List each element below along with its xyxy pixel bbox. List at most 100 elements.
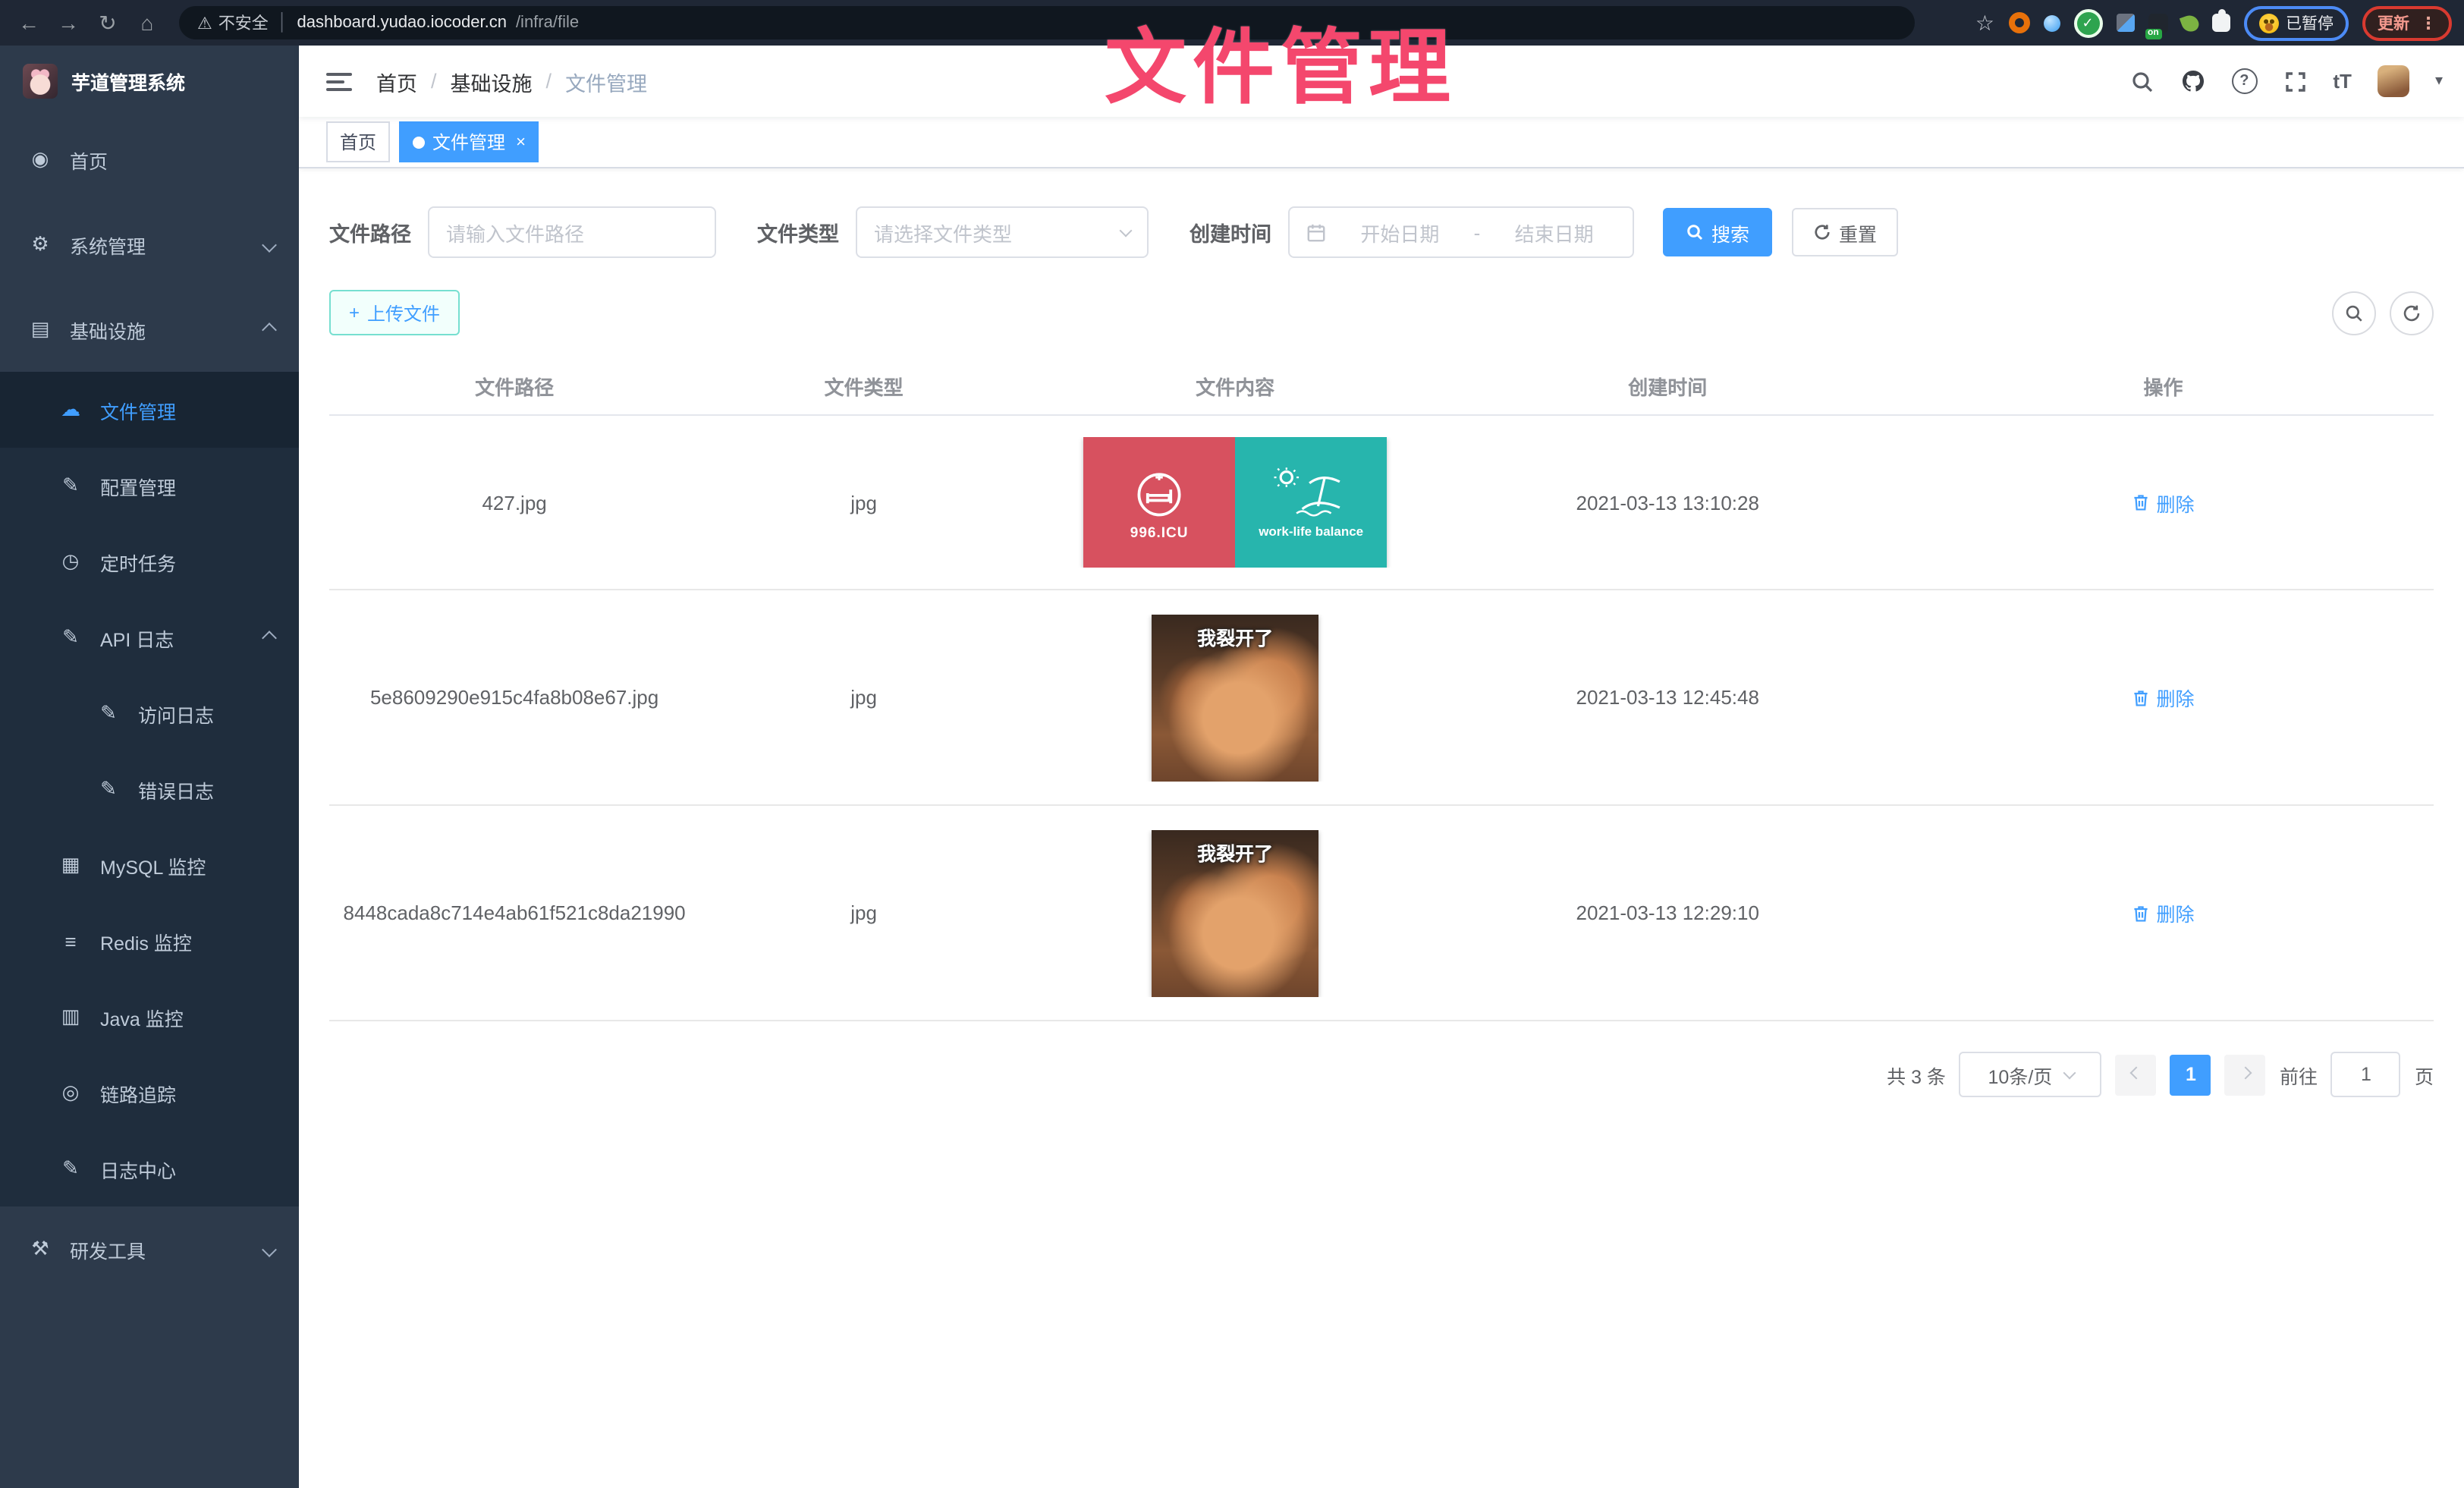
dashboard-icon: ◉ (29, 147, 52, 171)
extension-green-check-icon[interactable]: ✓ (2073, 8, 2102, 37)
close-icon[interactable]: × (516, 133, 526, 151)
font-size-icon[interactable]: tT (2333, 70, 2352, 93)
sidebar-item-error-logs[interactable]: ✎ 错误日志 (0, 751, 299, 827)
browser-home-button[interactable]: ⌂ (130, 6, 164, 39)
sidebar-item-access-logs[interactable]: ✎ 访问日志 (0, 675, 299, 751)
update-label: 更新 (2378, 11, 2409, 34)
sidebar-item-label: Redis 监控 (100, 926, 192, 955)
sidebar-item-home[interactable]: ◉ 首页 (0, 117, 299, 202)
app-window: 芋道管理系统 ◉ 首页 ⚙ 系统管理 ▤ 基础设施 (0, 46, 2464, 1488)
cell-actions: 删除 (1893, 683, 2434, 712)
extensions-puzzle-icon[interactable] (2211, 14, 2230, 32)
hide-search-button[interactable] (2332, 291, 2376, 335)
next-page-button[interactable] (2225, 1054, 2266, 1095)
emoji-face-icon (2258, 13, 2278, 33)
upload-file-button[interactable]: + 上传文件 (329, 290, 460, 335)
sidebar-item-log-center[interactable]: ✎ 日志中心 (0, 1131, 299, 1206)
caret-down-icon[interactable]: ▾ (2435, 73, 2443, 90)
sidebar-item-mysql-monitor[interactable]: ▦ MySQL 监控 (0, 827, 299, 903)
file-thumbnail-crying-baby[interactable]: 我裂开了 (1152, 614, 1318, 781)
chevron-down-icon (264, 234, 275, 255)
sidebar-item-system-management[interactable]: ⚙ 系统管理 (0, 202, 299, 287)
security-warning-icon[interactable]: ⚠ 不安全 (197, 11, 269, 35)
sidebar-item-redis-monitor[interactable]: ≡ Redis 监控 (0, 903, 299, 979)
thumb-996-caption: 996.ICU (1130, 524, 1189, 541)
extension-grid-icon[interactable] (2116, 14, 2134, 32)
sidebar-item-infrastructure[interactable]: ▤ 基础设施 (0, 287, 299, 372)
browser-forward-button[interactable]: → (52, 6, 85, 39)
log-icon: ✎ (97, 701, 120, 725)
screenshot-root: ← → ↻ ⌂ ⚠ 不安全 │ dashboard.yudao.iocoder.… (0, 0, 2464, 1488)
cell-file-type: jpg (699, 901, 1028, 924)
page-number-button[interactable]: 1 (2170, 1054, 2211, 1095)
baby-meme-caption: 我裂开了 (1152, 621, 1318, 650)
cell-file-content: 996.ICU work-life balance (1028, 437, 1442, 568)
pagination: 共 3 条 10条/页 1 前往 页 (329, 1052, 2434, 1097)
sidebar-item-scheduled-tasks[interactable]: ◷ 定时任务 (0, 524, 299, 599)
tab-label: 首页 (340, 129, 376, 155)
help-icon[interactable]: ? (2231, 68, 2257, 94)
cell-create-time: 2021-03-13 13:10:28 (1442, 491, 1893, 514)
eye-icon: ◎ (59, 1081, 82, 1105)
browser-update-button[interactable]: 更新 ⋮ (2362, 5, 2452, 40)
page-unit-label: 页 (2415, 1060, 2434, 1089)
java-icon: ▥ (59, 1005, 82, 1029)
on-badge: on (2145, 28, 2162, 39)
reset-button[interactable]: 重置 (1792, 208, 1898, 256)
sidebar-item-file-management[interactable]: ☁ 文件管理 (0, 372, 299, 448)
file-path-input[interactable]: 请输入文件路径 (428, 206, 716, 258)
sidebar-item-label: 系统管理 (70, 230, 146, 259)
refresh-table-button[interactable] (2390, 291, 2434, 335)
sidebar-item-trace[interactable]: ◎ 链路追踪 (0, 1055, 299, 1131)
fullscreen-icon[interactable] (2283, 69, 2307, 93)
sidebar-item-java-monitor[interactable]: ▥ Java 监控 (0, 979, 299, 1055)
breadcrumb-home[interactable]: 首页 (376, 66, 417, 96)
sidebar-item-api-logs[interactable]: ✎ API 日志 (0, 599, 299, 675)
breadcrumb-infrastructure[interactable]: 基础设施 (451, 66, 533, 96)
hospital-bed-icon (1130, 464, 1188, 521)
user-avatar[interactable] (2378, 65, 2409, 97)
browser-toolbar-right: ☆ ✓ on 已暂停 更新 ⋮ (1975, 5, 2452, 40)
extension-green-leaf-icon[interactable] (2179, 12, 2200, 33)
redis-icon: ≡ (59, 930, 82, 952)
github-icon[interactable] (2180, 68, 2205, 94)
search-icon[interactable] (2129, 69, 2154, 93)
search-button[interactable]: 搜索 (1663, 208, 1772, 256)
goto-page-input[interactable] (2331, 1052, 2401, 1097)
security-label: 不安全 (218, 11, 269, 35)
delete-link[interactable]: 删除 (2132, 488, 2194, 517)
search-icon (1686, 223, 1704, 241)
delete-link[interactable]: 删除 (2132, 683, 2194, 712)
end-date-placeholder: 结束日期 (1492, 218, 1616, 247)
breadcrumb-current: 文件管理 (565, 66, 647, 96)
search-button-label: 搜索 (1711, 218, 1749, 247)
date-range-picker[interactable]: 开始日期 - 结束日期 (1288, 206, 1634, 258)
file-thumbnail-crying-baby[interactable]: 我裂开了 (1152, 829, 1318, 996)
extension-orange-icon[interactable] (2008, 12, 2029, 33)
address-bar[interactable]: ⚠ 不安全 │ dashboard.yudao.iocoder.cn/infra… (179, 6, 1915, 39)
file-type-select[interactable]: 请选择文件类型 (856, 206, 1149, 258)
sidebar-logo[interactable]: 芋道管理系统 (0, 46, 299, 117)
extension-blue-drop-icon[interactable] (2043, 14, 2060, 31)
url-path: /infra/file (516, 14, 579, 32)
column-header-actions: 操作 (1893, 372, 2434, 401)
hamburger-icon[interactable] (326, 72, 352, 90)
sidebar-item-dev-tools[interactable]: ⚒ 研发工具 (0, 1206, 299, 1291)
prev-page-button[interactable] (2116, 1054, 2157, 1095)
goto-label: 前往 (2280, 1060, 2318, 1089)
browser-reload-button[interactable]: ↻ (91, 6, 124, 39)
edit-icon: ✎ (59, 473, 82, 498)
browser-back-button[interactable]: ← (12, 6, 46, 39)
tab-file-management[interactable]: 文件管理 × (399, 121, 539, 162)
tab-home[interactable]: 首页 (326, 121, 390, 162)
gear-icon: ⚙ (29, 232, 52, 256)
extension-paused-pill[interactable]: 已暂停 (2243, 5, 2349, 40)
extension-switch-icon[interactable]: on (2148, 13, 2167, 33)
sidebar-item-config-management[interactable]: ✎ 配置管理 (0, 448, 299, 524)
file-thumbnail-996icu[interactable]: 996.ICU work-life balance (1083, 437, 1387, 568)
bookmark-star-icon[interactable]: ☆ (1975, 10, 1994, 36)
sidebar-item-label: 日志中心 (100, 1154, 176, 1183)
file-path-label: 文件路径 (329, 217, 411, 247)
delete-link[interactable]: 删除 (2132, 898, 2194, 927)
page-size-select[interactable]: 10条/页 (1960, 1052, 2102, 1097)
